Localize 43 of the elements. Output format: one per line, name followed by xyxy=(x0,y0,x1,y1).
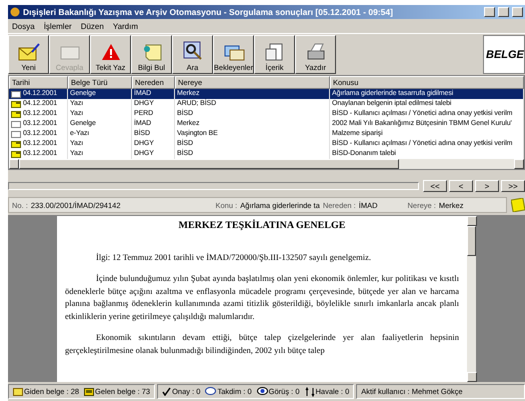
menu-item[interactable]: Dosya xyxy=(12,22,35,30)
envelope-icon xyxy=(11,90,21,98)
envelope-icon xyxy=(11,100,21,108)
scrollbar-thumb[interactable] xyxy=(467,226,476,256)
app-icon xyxy=(10,7,20,17)
envelope-icon xyxy=(11,110,21,118)
scroll-up-button[interactable] xyxy=(467,216,477,226)
reference-line: İlgi: 12 Temmuz 2001 tarihli ve İMAD/720000/Şb.III-132507 sayılı genelgemiz. xyxy=(95,252,372,262)
window-title: Dışişleri Bakanlığı Yazışma ve Arşiv Otomasyonu - Sorgulama sonuçları [05.12.2001 - 09:54] xyxy=(23,7,394,17)
navigation-button[interactable]: < xyxy=(449,180,473,192)
documents-icon xyxy=(264,43,286,61)
printer-icon xyxy=(304,43,326,61)
paragraph: İçinde bulunduğumuz yılın Şubat ayında başlatılmış olan yeni ekonomik önlemler, kur politikası ve kısıtlı ödeneklerle bütçe açığını azaltma ve enflasyonla mücadele programı çerçevesinde, bütçede yer alan ve harcama planına bağlanmış ödeneklerin kullanımında azami titizlik gösterildiği, böylelikle sınırlı imkanlarla ancak planlı etkinliklerin yerine getirilmeye çalışıldığı malumlarıdır. xyxy=(65,272,459,322)
arrows-icon xyxy=(304,386,314,396)
scroll-left-button[interactable] xyxy=(9,159,19,169)
envelope-icon xyxy=(13,388,23,396)
scroll-right-button[interactable] xyxy=(514,159,524,169)
warning-icon xyxy=(100,43,120,61)
document-title: MERKEZ TEŞKİLATINA GENELGE xyxy=(178,220,346,231)
menu-item[interactable]: Yardım xyxy=(112,22,138,30)
magnifier-icon xyxy=(182,41,202,61)
info-bubble-icon xyxy=(256,387,268,396)
envelope-icon xyxy=(11,140,21,148)
paragraph: Ekonomik sıkıntıların devam ettiği, bütçe talep çizelgelerinde yer alan faaliyetlerin hepsinin gerçekleştirilmesine olanak bulunmadığı bilindiğinden, 2002 yılı bütçe talep xyxy=(65,331,459,356)
envelope-pen-icon xyxy=(18,43,40,61)
note-icon[interactable] xyxy=(511,198,525,212)
scroll-down-button[interactable] xyxy=(467,372,477,382)
minimize-button[interactable] xyxy=(484,7,495,17)
menu-item[interactable]: İşlemler xyxy=(44,22,72,30)
cards-icon xyxy=(222,43,244,61)
close-button[interactable] xyxy=(512,7,523,17)
scrollbar-thumb[interactable] xyxy=(19,159,399,169)
navigation-button[interactable]: << xyxy=(423,180,447,192)
logo-text: BELGE xyxy=(485,48,524,60)
envelope-icon xyxy=(11,150,21,158)
speech-bubble-icon xyxy=(205,387,216,396)
maximize-button[interactable] xyxy=(498,7,509,17)
envelope-icon xyxy=(84,388,94,396)
checkmark-icon xyxy=(162,387,172,396)
menu-item[interactable]: Düzen xyxy=(80,22,104,30)
navigation-button[interactable]: > xyxy=(475,180,499,192)
navigation-button[interactable]: >> xyxy=(501,180,525,192)
scroll-track[interactable] xyxy=(8,182,419,190)
